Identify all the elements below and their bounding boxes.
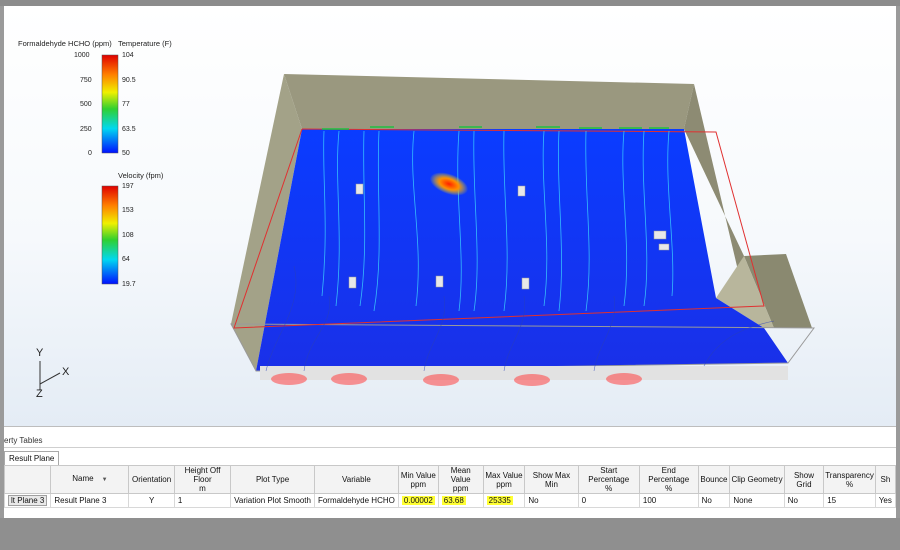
hcho-color-bar bbox=[101, 54, 119, 154]
column-header[interactable]: Variable bbox=[313, 465, 399, 494]
cell-orientation[interactable]: Y bbox=[128, 493, 175, 508]
column-header[interactable]: Orientation bbox=[128, 465, 175, 494]
cfd-scene bbox=[39, 54, 815, 390]
row-selector-cell[interactable]: lt Plane 3 bbox=[3, 493, 52, 508]
column-header-label: Name bbox=[72, 474, 94, 483]
cell-min-value[interactable]: 0.00002 bbox=[397, 493, 439, 508]
back-wall bbox=[284, 74, 694, 129]
column-header[interactable]: Plot Type bbox=[230, 465, 315, 494]
cell-mean-value[interactable]: 63.68 bbox=[437, 493, 484, 508]
max-value-highlight: 25335 bbox=[486, 496, 513, 505]
cell-end-percentage[interactable]: 100 bbox=[638, 493, 699, 508]
grid-header-row: Name ▼ Orientation Height Off Floor m Plo… bbox=[3, 465, 897, 494]
column-header[interactable]: Min Value ppm bbox=[397, 465, 439, 494]
temperature-tick: 77 bbox=[122, 101, 130, 108]
column-header[interactable]: Start Percentage % bbox=[577, 465, 640, 494]
tab-result-plane[interactable]: Result Plane bbox=[4, 451, 60, 465]
velocity-tick: 153 bbox=[122, 207, 134, 214]
cell-variable[interactable]: Formaldehyde HCHO bbox=[313, 493, 399, 508]
cell-start-percentage[interactable]: 0 bbox=[577, 493, 640, 508]
velocity-color-bar bbox=[101, 185, 119, 285]
column-header[interactable]: Mean Value ppm bbox=[437, 465, 484, 494]
mean-value-highlight: 63.68 bbox=[441, 496, 466, 505]
min-value-highlight: 0.00002 bbox=[401, 496, 435, 505]
cell-height[interactable]: 1 bbox=[173, 493, 232, 508]
column-header[interactable]: Clip Geometry bbox=[729, 465, 785, 494]
axis-z-label: Z bbox=[36, 388, 43, 400]
column-header[interactable]: End Percentage % bbox=[638, 465, 699, 494]
row-selector-button[interactable]: lt Plane 3 bbox=[8, 495, 48, 506]
temperature-tick: 63.5 bbox=[122, 126, 136, 133]
temperature-tick: 90.5 bbox=[122, 77, 136, 84]
hcho-tick: 250 bbox=[80, 126, 92, 133]
temperature-tick: 50 bbox=[122, 150, 130, 157]
column-header[interactable]: Max Value ppm bbox=[482, 465, 526, 494]
cell-bounce[interactable]: No bbox=[697, 493, 731, 508]
axis-x-label: X bbox=[62, 366, 70, 378]
property-grid: Name ▼ Orientation Height Off Floor m Plo… bbox=[3, 465, 897, 508]
video-frame-bottom bbox=[0, 518, 900, 550]
column-header[interactable] bbox=[3, 465, 52, 494]
column-header[interactable]: Show Max Min bbox=[524, 465, 579, 494]
velocity-tick: 197 bbox=[122, 183, 134, 190]
velocity-legend-title: Velocity (fpm) bbox=[118, 171, 164, 180]
temperature-tick: 104 bbox=[122, 52, 134, 59]
cell-max-value[interactable]: 25335 bbox=[482, 493, 526, 508]
column-header[interactable]: Show Grid bbox=[783, 465, 825, 494]
column-header[interactable]: Height Off Floor m bbox=[173, 465, 232, 494]
panel-title: erty Tables bbox=[4, 436, 43, 445]
cell-sh[interactable]: Yes bbox=[874, 493, 897, 508]
cell-clip-geometry[interactable]: None bbox=[729, 493, 785, 508]
column-header[interactable]: Sh bbox=[874, 465, 897, 494]
hcho-tick: 750 bbox=[80, 77, 92, 84]
cell-show-max-min[interactable]: No bbox=[524, 493, 579, 508]
cell-plot-type[interactable]: Variation Plot Smooth bbox=[230, 493, 315, 508]
table-row[interactable]: lt Plane 3 Result Plane 3 Y 1 Variation … bbox=[3, 493, 897, 508]
cell-transparency[interactable]: 15 bbox=[823, 493, 876, 508]
velocity-tick: 19.7 bbox=[122, 281, 136, 288]
hcho-tick: 1000 bbox=[74, 52, 90, 59]
axis-y-label: Y bbox=[36, 347, 44, 359]
axis-triad bbox=[39, 361, 61, 390]
sort-dropdown-icon[interactable]: ▼ bbox=[102, 477, 108, 483]
velocity-tick: 64 bbox=[122, 256, 130, 263]
hcho-tick: 0 bbox=[88, 150, 92, 157]
column-header[interactable]: Bounce bbox=[697, 465, 731, 494]
cell-show-grid[interactable]: No bbox=[783, 493, 825, 508]
hcho-tick: 500 bbox=[80, 101, 92, 108]
cell-name[interactable]: Result Plane 3 bbox=[50, 493, 130, 508]
column-header[interactable]: Transparency % bbox=[823, 465, 876, 494]
column-header-name[interactable]: Name ▼ bbox=[50, 465, 130, 494]
3d-viewport[interactable]: Formaldehyde HCHO (ppm) Temperature (F) bbox=[4, 6, 896, 426]
property-tables-panel: erty Tables Result Plane Name ▼ Orientati… bbox=[3, 426, 897, 518]
velocity-tick: 108 bbox=[122, 232, 134, 239]
